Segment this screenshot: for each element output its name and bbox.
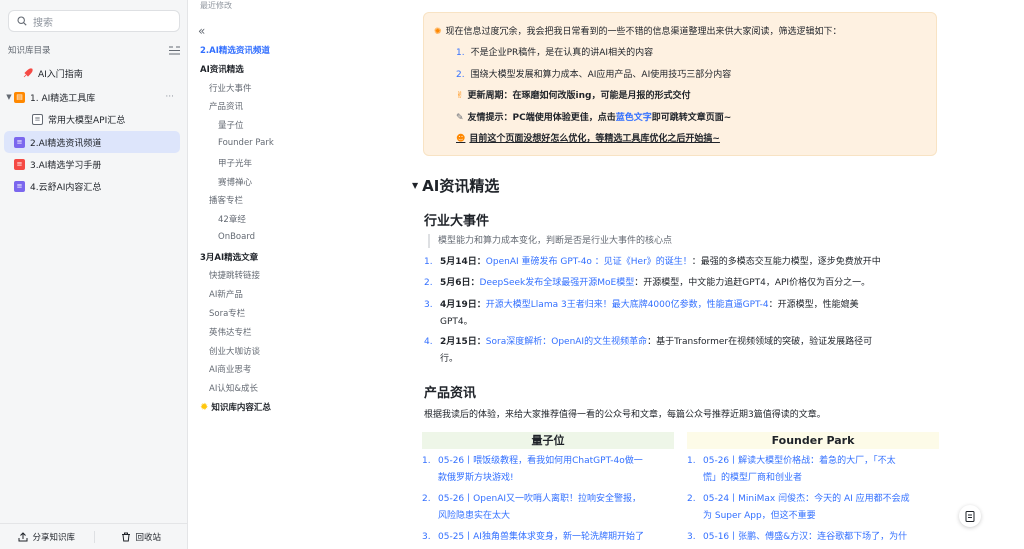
events-title: 行业大事件 xyxy=(424,214,490,229)
outline-item[interactable]: Founder Park xyxy=(218,138,274,148)
event-item: 4. 2月15日：Sora深度解析：OpenAI的文生视频革命：基于Transfo… xyxy=(424,337,873,364)
chevron-down-icon[interactable]: ▼ xyxy=(4,93,14,101)
doc-icon: ≡ xyxy=(14,180,25,192)
outline-item[interactable]: ✹ 知识库内容汇总 xyxy=(200,401,271,414)
products-title: 产品资讯 xyxy=(424,386,477,401)
rocket-icon xyxy=(22,67,33,79)
outline-item[interactable]: AI新产品 xyxy=(209,288,243,300)
recent-modified-text: 最近修改 xyxy=(200,1,232,10)
outline-item[interactable]: 产品资讯 xyxy=(209,100,243,112)
doc-icon xyxy=(965,510,975,522)
intro-callout: ✺ 现在信息过度冗余，我会把我日常看到的一些不错的信息渠道整理出来供大家阅读，筛选… xyxy=(423,12,937,156)
sidebar-item-label: 常用大模型API汇总 xyxy=(48,115,126,126)
clap-icon: ✌ xyxy=(456,91,464,101)
event-link[interactable]: Sora深度解析：OpenAI的文生视频革命 xyxy=(486,337,647,347)
article-link[interactable]: 3. 05-16丨张鹏、傅盛&方汉：连谷歌都下场了，为什 xyxy=(687,529,939,546)
sidebar-item-news-channel[interactable]: ≡ 2.AI精选资讯频道 xyxy=(4,131,180,153)
outline-item[interactable]: AI资讯精选 xyxy=(200,63,244,75)
doc-icon: ≡ xyxy=(32,113,43,125)
event-item: 3. 4月19日：开源大模型Llama 3王者归来！最大底牌4000亿参数，性能直… xyxy=(424,300,859,327)
column-title: Founder Park xyxy=(687,432,939,449)
event-link[interactable]: OpenAI 重磅发布 GPT-4o ：见证《Her》的诞生！ xyxy=(486,257,692,267)
sun-icon: ✹ xyxy=(200,401,209,413)
bulb-icon: ✺ xyxy=(434,27,442,37)
sidebar-item-label: 3.AI精选学习手册 xyxy=(30,160,102,171)
share-label: 分享知识库 xyxy=(32,532,75,543)
outline-toggle-icon[interactable] xyxy=(169,46,180,55)
event-link[interactable]: DeepSeek发布全球最强开源MoE模型 xyxy=(480,278,635,288)
person-icon: ☻ xyxy=(456,134,466,144)
section-title: ▼ AI资讯精选 xyxy=(412,177,500,195)
kb-header: 知识库目录 xyxy=(8,42,180,58)
events-quote: 模型能力和算力成本变化，判断是否是行业大事件的核心点 xyxy=(428,234,672,248)
article-link[interactable]: 1. 05-26丨喂饭级教程，看我如何用ChatGPT-4o做一 款俄罗斯方块游戏! xyxy=(422,453,674,487)
folder-icon: ▤ xyxy=(14,91,25,103)
caret-down-icon[interactable]: ▼ xyxy=(412,181,418,190)
article-link[interactable]: 1. 05-26丨解读大模型价格战：着急的大厂，「不太 慌」的模型厂商和创业者 xyxy=(687,453,939,487)
floating-doc-button[interactable] xyxy=(959,505,981,527)
share-icon xyxy=(18,531,28,541)
outline-item[interactable]: 英伟达专栏 xyxy=(209,326,252,338)
trash-icon xyxy=(122,532,131,541)
article-link[interactable]: 3. 05-25丨AI独角兽集体求变身，新一轮洗牌期开始了 xyxy=(422,529,674,546)
search-icon xyxy=(17,16,27,26)
sidebar-item-study-guide[interactable]: ≡ 3.AI精选学习手册 xyxy=(4,153,180,175)
sidebar-footer: 分享知识库 回收站 xyxy=(0,523,188,549)
trash-button[interactable]: 回收站 xyxy=(95,531,189,543)
document-main: ✺ 现在信息过度冗余，我会把我日常看到的一些不错的信息渠道整理出来供大家阅读，筛选… xyxy=(402,0,1024,549)
event-link[interactable]: 开源大模型Llama 3王者归来！最大底牌4000亿参数，性能直逼GPT-4 xyxy=(486,300,769,310)
sidebar-item-label: 1. AI精选工具库 xyxy=(30,93,96,104)
pen-icon: ✎ xyxy=(456,113,464,123)
sidebar-item-api-summary[interactable]: ≡ 常用大模型API汇总 xyxy=(4,108,180,130)
outline-item[interactable]: OnBoard xyxy=(218,232,255,242)
sidebar-item-ai-intro[interactable]: AI入门指南 xyxy=(4,62,180,84)
column-founder-park: Founder Park 1. 05-26丨解读大模型价格战：着急的大厂，「不太慌… xyxy=(687,432,939,546)
outline-item[interactable]: 创业大咖访谈 xyxy=(209,345,260,357)
trash-label: 回收站 xyxy=(135,532,161,543)
callout-rule: 1. 不是企业PR稿件，是在认真的讲AI相关的内容 xyxy=(456,48,654,58)
doc-icon: ≡ xyxy=(14,158,25,170)
event-item: 2. 5月6日：DeepSeek发布全球最强开源MoE模型：开源模型，中文能力追赶… xyxy=(424,278,871,288)
outline-item[interactable]: Sora专栏 xyxy=(209,307,245,319)
search-input[interactable]: 搜索 xyxy=(8,10,180,32)
callout-rule: 2. 围绕大模型发展和算力成本、AI应用产品、AI使用技巧三部分内容 xyxy=(456,70,732,80)
search-placeholder: 搜索 xyxy=(33,17,53,29)
sidebar-item-content-summary[interactable]: ≡ 4.云舒AI内容汇总 xyxy=(4,175,180,197)
outline-item[interactable]: 量子位 xyxy=(218,119,244,131)
doc-icon: ≡ xyxy=(14,136,25,148)
article-link[interactable]: 2. 05-26丨OpenAI又一吹哨人离职！拉响安全警报， 风险隐患实在太大 xyxy=(422,491,674,525)
sidebar-item-label: AI入门指南 xyxy=(38,69,83,80)
outline-item[interactable]: 42章经 xyxy=(218,213,246,225)
callout-intro: ✺ 现在信息过度冗余，我会把我日常看到的一些不错的信息渠道整理出来供大家阅读，筛选… xyxy=(434,27,842,37)
sidebar-item-label: 4.云舒AI内容汇总 xyxy=(30,182,102,193)
outline-item[interactable]: 行业大事件 xyxy=(209,82,252,94)
more-icon[interactable]: ··· xyxy=(165,92,174,102)
outline-item[interactable]: 3月AI精选文章 xyxy=(200,251,258,263)
tip-link[interactable]: 蓝色文字 xyxy=(616,113,652,123)
article-link[interactable]: 2. 05-24丨MiniMax 闫俊杰：今天的 AI 应用都不会成为 Super… xyxy=(687,491,939,525)
column-liangziwei: 量子位 1. 05-26丨喂饭级教程，看我如何用ChatGPT-4o做一 款俄罗斯方… xyxy=(422,432,674,546)
outline-item[interactable]: 甲子光年 xyxy=(218,157,252,169)
outline-item[interactable]: 快捷跳转链接 xyxy=(209,269,260,281)
share-kb-button[interactable]: 分享知识库 xyxy=(0,531,94,543)
kb-title: 知识库目录 xyxy=(8,46,51,56)
column-title: 量子位 xyxy=(422,432,674,449)
callout-note: ☻ 目前这个页面没想好怎么优化，等精选工具库优化之后开始搞~ xyxy=(456,134,720,144)
products-desc: 根据我读后的体验，来给大家推荐值得一看的公众号和文章，每篇公众号推荐近期3篇值得… xyxy=(424,410,826,420)
sidebar-item-ai-tools[interactable]: ▼ ▤ 1. AI精选工具库 ··· xyxy=(4,86,180,108)
outline-item-current[interactable]: 2.AI精选资讯频道 xyxy=(200,44,270,56)
callout-tip: ✎ 友情提示：PC端使用体验更佳，点击蓝色文字即可跳转文章页面~ xyxy=(456,113,732,123)
callout-update: ✌ 更新周期：在琢磨如何改版ing，可能是月报的形式交付 xyxy=(456,91,691,101)
collapse-outline-icon[interactable]: « xyxy=(198,24,205,38)
event-item: 1. 5月14日：OpenAI 重磅发布 GPT-4o ：见证《Her》的诞生！：… xyxy=(424,257,881,267)
sidebar: 搜索 知识库目录 AI入门指南 ▼ ▤ 1. AI精选工具库 ··· ≡ 常用大… xyxy=(0,0,188,549)
outline-item[interactable]: AI认知&成长 xyxy=(209,382,258,394)
outline-item[interactable]: 播客专栏 xyxy=(209,194,243,206)
outline-item[interactable]: AI商业思考 xyxy=(209,363,251,375)
outline-item[interactable]: 赛博禅心 xyxy=(218,176,252,188)
sidebar-item-label: 2.AI精选资讯频道 xyxy=(30,138,102,149)
